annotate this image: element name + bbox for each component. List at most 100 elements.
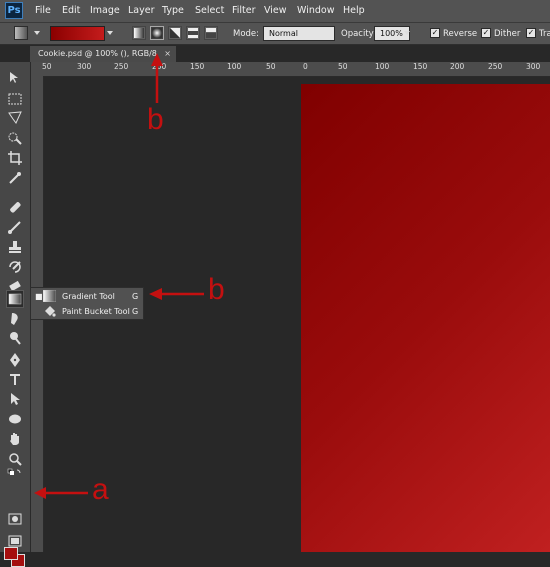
foreground-color-swatch[interactable] [4, 547, 18, 560]
history-brush-tool[interactable] [7, 259, 23, 275]
move-icon [10, 72, 18, 83]
healing-brush-tool[interactable] [7, 199, 23, 215]
opacity-label: Opacity: [341, 29, 376, 39]
path-selection-icon [11, 393, 20, 405]
ruler-label: 250 [114, 62, 129, 71]
default-colors-button[interactable] [7, 468, 23, 478]
gradient-editor-preview[interactable] [50, 26, 105, 41]
menu-filter[interactable]: Filter [232, 5, 256, 16]
ruler-label: 50 [338, 62, 348, 71]
ellipse-tool[interactable] [7, 411, 23, 427]
flyout-shortcut: G [132, 292, 139, 301]
eyedropper-icon [9, 172, 21, 184]
document-canvas[interactable] [301, 84, 550, 552]
hand-icon [10, 433, 19, 445]
zoom-tool[interactable] [7, 451, 23, 467]
gradient-icon [43, 290, 56, 302]
radial-gradient-icon [152, 28, 162, 38]
close-icon[interactable]: × [164, 46, 171, 62]
tool-preset-picker[interactable] [14, 26, 28, 40]
menu-image[interactable]: Image [90, 5, 120, 16]
ruler-label: 100 [227, 62, 242, 71]
menu-window[interactable]: Window [297, 5, 334, 16]
mode-select[interactable]: Normal [263, 26, 335, 41]
type-tool[interactable] [7, 371, 23, 387]
stamp-icon [9, 241, 21, 253]
lasso-tool[interactable] [7, 110, 23, 126]
reflected-gradient-button[interactable] [186, 26, 200, 40]
quick-mask-icon [8, 513, 22, 525]
menu-edit[interactable]: Edit [62, 5, 80, 16]
crop-tool[interactable] [7, 150, 23, 166]
ruler-label: 200 [450, 62, 465, 71]
ruler-label: 50 [266, 62, 276, 71]
smudge-tool[interactable] [7, 311, 23, 327]
mode-label: Mode: [233, 29, 260, 39]
gradient-tool[interactable] [6, 290, 24, 308]
lasso-icon [8, 111, 22, 124]
diamond-gradient-icon [206, 28, 216, 38]
quick-selection-tool[interactable] [7, 130, 23, 146]
arrow-to-flyout [149, 288, 204, 300]
menu-file[interactable]: File [35, 5, 51, 16]
document-tab[interactable]: Cookie.psd @ 100% (), RGB/8 × [30, 46, 176, 62]
ruler-label: 150 [190, 62, 205, 71]
chevron-down-icon[interactable] [107, 31, 113, 35]
ruler-label: 200 [152, 62, 167, 71]
annotation-label-a: a [92, 473, 109, 506]
ruler-label: 300 [77, 62, 92, 71]
dodge-tool[interactable] [7, 330, 23, 346]
tools-panel [0, 62, 31, 567]
move-tool[interactable] [7, 70, 23, 86]
ruler-label: 0 [303, 62, 308, 71]
diamond-gradient-button[interactable] [204, 26, 218, 40]
bandage-icon [10, 202, 21, 213]
reverse-checkbox[interactable]: ✓ [430, 28, 440, 38]
reflected-gradient-icon [188, 28, 198, 38]
marquee-tool[interactable] [7, 91, 23, 107]
opacity-value: 100% [380, 29, 403, 38]
swap-colors-icon [7, 468, 21, 475]
active-marker: ■ [35, 292, 43, 301]
brush-tool[interactable] [7, 219, 23, 235]
zoom-icon [9, 453, 22, 466]
dither-label: Dither [494, 29, 521, 39]
linear-gradient-icon [134, 28, 144, 38]
menu-type[interactable]: Type [162, 5, 184, 16]
hand-tool[interactable] [7, 431, 23, 447]
chevron-down-icon[interactable] [34, 31, 40, 35]
linear-gradient-button[interactable] [132, 26, 146, 40]
clone-stamp-tool[interactable] [7, 239, 23, 255]
ellipse-icon [9, 414, 21, 424]
flyout-item-gradient[interactable]: ■ Gradient Tool G [31, 289, 143, 304]
document-title: Cookie.psd @ 100% (), RGB/8 [38, 49, 157, 58]
flyout-item-paint-bucket[interactable]: Paint Bucket Tool G [31, 304, 143, 319]
menu-help[interactable]: Help [343, 5, 365, 16]
menu-bar: Ps File Edit Image Layer Type Select Fil… [0, 0, 550, 23]
menu-select[interactable]: Select [195, 5, 224, 16]
pen-icon [10, 353, 20, 367]
ruler-label: 250 [488, 62, 503, 71]
pen-tool[interactable] [7, 352, 23, 368]
quick-mask-button[interactable] [7, 511, 23, 527]
flyout-label: Gradient Tool [62, 292, 115, 301]
crop-icon [8, 151, 22, 165]
menu-view[interactable]: View [264, 5, 287, 16]
reverse-label: Reverse [443, 29, 478, 39]
gradient-tool-flyout: ■ Gradient Tool G Paint Bucket Tool G [30, 287, 144, 320]
transparency-checkbox[interactable]: ✓ [526, 28, 536, 38]
chevron-down-icon[interactable] [404, 31, 410, 35]
ruler-label: 150 [413, 62, 428, 71]
eyedropper-tool[interactable] [7, 170, 23, 186]
ruler-label: 50 [42, 62, 52, 71]
smudge-icon [11, 313, 18, 325]
gradient-icon [8, 293, 22, 305]
dither-checkbox[interactable]: ✓ [481, 28, 491, 38]
type-icon [10, 374, 20, 385]
photoshop-logo: Ps [5, 2, 23, 19]
menu-layer[interactable]: Layer [128, 5, 155, 16]
path-selection-tool[interactable] [7, 391, 23, 407]
angle-gradient-button[interactable] [168, 26, 182, 40]
transparency-label: Tra [539, 29, 550, 39]
radial-gradient-button[interactable] [150, 26, 164, 40]
